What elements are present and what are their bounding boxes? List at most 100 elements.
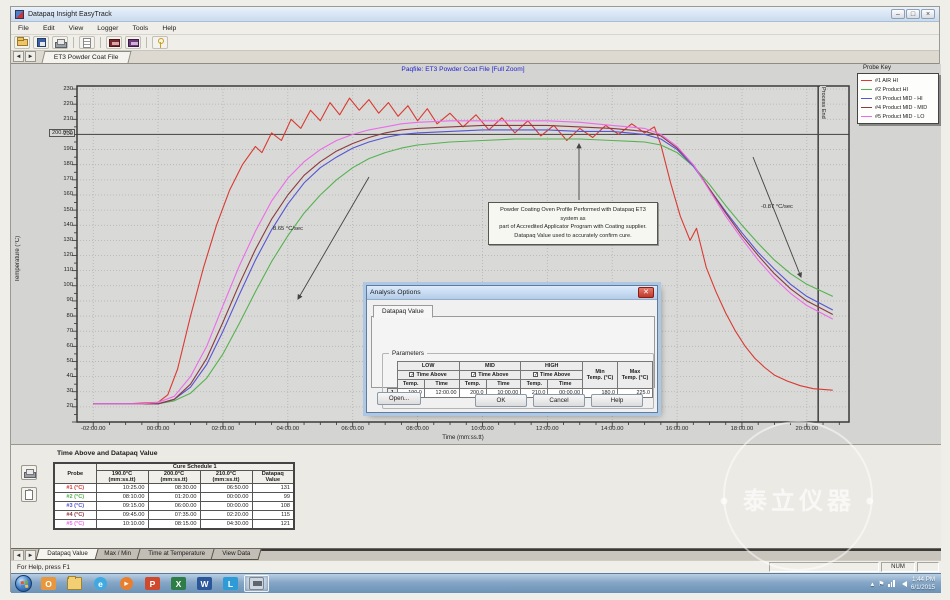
- results-column-header: 200.0°C(mm:ss.tt): [148, 471, 200, 484]
- start-button[interactable]: [15, 575, 32, 592]
- toolbar-separator: [146, 37, 147, 48]
- menu-bar: FileEditViewLoggerToolsHelp: [11, 22, 939, 35]
- analysis-tab-scroll-left-icon[interactable]: ◄: [13, 550, 24, 561]
- save-button[interactable]: [33, 36, 49, 49]
- save-icon: [37, 38, 46, 47]
- status-pane: [917, 562, 939, 572]
- menu-item-edit[interactable]: Edit: [36, 24, 62, 33]
- annotation-note-box[interactable]: Powder Coating Oven Profile Performed wi…: [488, 202, 658, 245]
- network-icon[interactable]: [888, 580, 895, 587]
- system-tray: ▴ ⚑ 1:44 PM 6/1/2015: [871, 576, 937, 592]
- report-button[interactable]: [79, 36, 95, 49]
- taskbar-lync-icon[interactable]: L: [218, 575, 243, 592]
- taskbar-excel-icon[interactable]: X: [166, 575, 191, 592]
- tab-strip-filler: [261, 549, 941, 551]
- legend-swatch: [861, 98, 872, 99]
- table-row: #5 (°C)10:10.0008:15.0004:30.00121: [54, 520, 294, 529]
- high-group-header: HIGH: [521, 362, 583, 371]
- show-hidden-icons-icon[interactable]: ▴: [871, 580, 875, 588]
- probe-cell[interactable]: #4 (°C): [54, 511, 96, 520]
- print-results-button[interactable]: [21, 465, 37, 480]
- taskbar-media-player-icon[interactable]: ▸: [114, 575, 139, 592]
- taskbar-word-icon[interactable]: W: [192, 575, 217, 592]
- copy-results-button[interactable]: [21, 487, 37, 502]
- analysis-tab-time-at-temperature[interactable]: Time at Temperature: [137, 549, 217, 560]
- tab-scroll-right-icon[interactable]: ►: [25, 51, 36, 62]
- legend-swatch: [861, 107, 872, 108]
- checkbox-checked-icon[interactable]: ✓: [471, 372, 476, 377]
- probe-cell[interactable]: #3 (°C): [54, 502, 96, 511]
- value-cell: 02:20.00: [200, 511, 252, 520]
- taskbar-outlook-icon[interactable]: O: [36, 575, 61, 592]
- print-icon: [55, 39, 65, 47]
- dialog-tab-datapaq-value[interactable]: Datapaq Value: [373, 305, 433, 318]
- taskbar-datapaq-insight-icon[interactable]: [244, 575, 269, 592]
- key-icon: [158, 38, 162, 48]
- low-time-cell[interactable]: 12:00.00: [424, 389, 459, 398]
- taskbar-powerpoint-icon[interactable]: P: [140, 575, 165, 592]
- minimize-button[interactable]: –: [891, 9, 905, 19]
- menu-item-tools[interactable]: Tools: [125, 24, 155, 33]
- toolbar: [11, 35, 939, 51]
- legend-entry: #5 Product MID - LO: [861, 112, 935, 121]
- x-tick-label: 14:00.00: [587, 426, 637, 432]
- menu-item-help[interactable]: Help: [155, 24, 183, 33]
- title-bar: Datapaq Insight EasyTrack – □ ×: [11, 7, 939, 22]
- table-row: #3 (°C)09:15.0006:00.0000:00.00108: [54, 502, 294, 511]
- value-cell: 108: [252, 502, 294, 511]
- table-row: #2 (°C)08:10.0001:20.0000:00.0099: [54, 493, 294, 502]
- cancel-button[interactable]: Cancel: [533, 394, 585, 407]
- report-icon: [83, 38, 91, 48]
- probe-cell[interactable]: #5 (°C): [54, 520, 96, 529]
- legend-label: #3 Product MID - HI: [875, 96, 923, 102]
- probe-cell[interactable]: #1 (°C): [54, 484, 96, 493]
- document-tab[interactable]: ET3 Powder Coat File: [42, 51, 131, 63]
- y-tick-label: 100: [33, 282, 73, 288]
- analysis-tab-view-data[interactable]: View Data: [210, 549, 261, 560]
- analysis-tab-datapaq-value[interactable]: Datapaq Value: [35, 549, 99, 560]
- restore-button[interactable]: □: [906, 9, 920, 19]
- x-tick-label: 06:00.00: [328, 426, 378, 432]
- menu-item-view[interactable]: View: [62, 24, 91, 33]
- taskbar-clock[interactable]: 1:44 PM 6/1/2015: [911, 576, 937, 592]
- dialog-title: Analysis Options: [370, 289, 421, 296]
- action-center-flag-icon[interactable]: ⚑: [878, 580, 884, 588]
- menu-item-logger[interactable]: Logger: [90, 24, 125, 33]
- wizard-button[interactable]: [152, 36, 168, 49]
- rise-slope-annotation: 8.65 °C/sec: [273, 226, 333, 232]
- legend-entry: #1 AIR HI: [861, 76, 935, 85]
- print-button[interactable]: [52, 36, 68, 49]
- logger-download-button[interactable]: [106, 36, 122, 49]
- probe-column-header: Probe: [54, 463, 96, 484]
- mid-time-above-checkbox[interactable]: ✓Time Above: [459, 371, 521, 380]
- ok-button[interactable]: OK: [475, 394, 527, 407]
- volume-icon[interactable]: [899, 581, 907, 587]
- probe-cell[interactable]: #2 (°C): [54, 493, 96, 502]
- dialog-title-bar[interactable]: Analysis Options ✕: [367, 286, 657, 300]
- menu-item-file[interactable]: File: [11, 24, 36, 33]
- open-file-button[interactable]: [14, 36, 30, 49]
- analysis-tab-max-min[interactable]: Max / Min: [93, 549, 143, 560]
- logger-reset-button[interactable]: [125, 36, 141, 49]
- y-tick-label: 150: [33, 207, 73, 213]
- dialog-close-icon[interactable]: ✕: [638, 287, 654, 298]
- value-cell: 07:35.00: [148, 511, 200, 520]
- checkbox-checked-icon[interactable]: ✓: [533, 372, 538, 377]
- checkbox-checked-icon[interactable]: ✓: [409, 372, 414, 377]
- value-cell: 10:25.00: [96, 484, 148, 493]
- results-panel: Time Above and Datapaq Value ProbeCure S…: [11, 444, 941, 548]
- clipboard-icon: [25, 490, 33, 500]
- close-button[interactable]: ×: [921, 9, 935, 19]
- open-button[interactable]: Open...: [377, 392, 421, 405]
- high-time-above-checkbox[interactable]: ✓Time Above: [521, 371, 583, 380]
- help-button[interactable]: Help: [591, 394, 643, 407]
- taskbar-windows-explorer-icon[interactable]: [62, 575, 87, 592]
- tab-scroll-left-icon[interactable]: ◄: [13, 51, 24, 62]
- fall-slope-annotation: -0.87 °C/sec: [761, 204, 815, 210]
- taskbar-internet-explorer-icon[interactable]: e: [88, 575, 113, 592]
- y-tick-label: 190: [33, 146, 73, 152]
- analysis-tab-scroll-right-icon[interactable]: ►: [25, 550, 36, 561]
- logger-reset-icon: [128, 39, 139, 47]
- y-tick-label: 200: [33, 131, 73, 137]
- low-time-above-checkbox[interactable]: ✓Time Above: [397, 371, 459, 380]
